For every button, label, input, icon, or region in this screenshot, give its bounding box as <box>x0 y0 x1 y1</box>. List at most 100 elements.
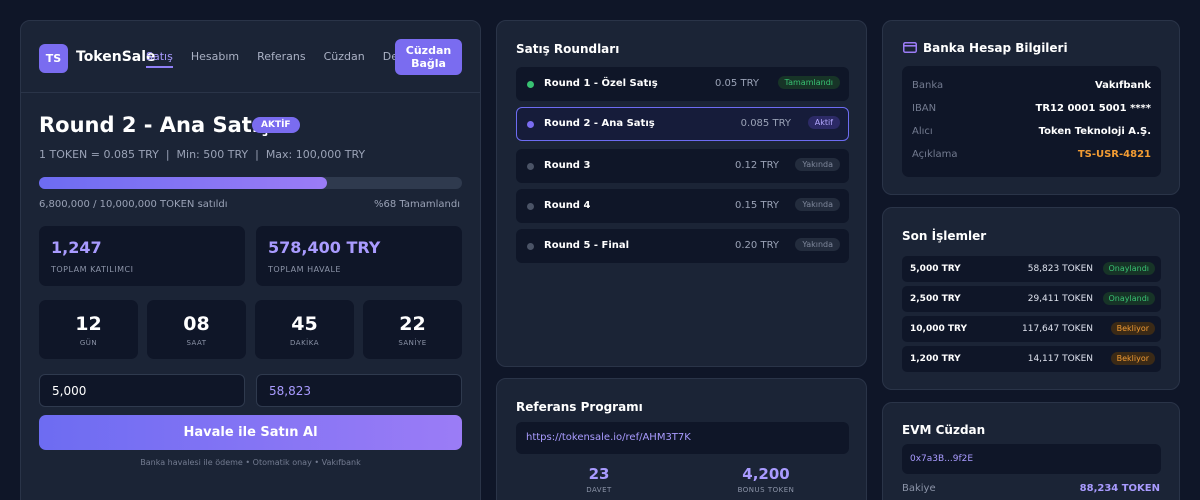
status-dot-icon <box>527 81 534 88</box>
referral-link[interactable]: https://tokensale.io/ref/AHM3T7K <box>516 422 849 454</box>
tx-amount: 2,500 TRY <box>910 294 961 304</box>
main-nav: Satış Hesabım Referans Cüzdan Destek <box>146 50 396 68</box>
status-dot-icon <box>527 243 534 250</box>
transactions-title: Son İşlemler <box>902 229 987 243</box>
brand-name: TokenSale <box>76 49 156 65</box>
price-info: 1 TOKEN = 0.085 TRY | Min: 500 TRY | Max… <box>39 148 366 161</box>
round-name: Round 5 - Final <box>544 240 630 251</box>
referral-stat-value: 23 <box>588 465 610 483</box>
countdown-value: 22 <box>399 313 426 335</box>
stat-value: 578,400 TRY <box>268 238 381 257</box>
countdown-unit: GÜN <box>79 339 98 347</box>
stat-label: TOPLAM KATILIMCI <box>51 265 134 274</box>
round-row[interactable]: Round 4 0.15 TRY Yakında <box>516 189 849 223</box>
connect-wallet-label-1: Cüzdan <box>405 44 452 57</box>
logo-icon: TS <box>39 44 68 73</box>
round-name: Round 2 - Ana Satış <box>544 118 655 129</box>
referral-title: Referans Programı <box>516 400 643 414</box>
referral-stat-bonus: 4,200 BONUS TOKEN <box>683 465 849 494</box>
token-amount-field[interactable]: 58,823 <box>256 374 462 407</box>
bank-key: Banka <box>912 80 944 91</box>
nav-item-cuzdan[interactable]: Cüzdan <box>324 50 365 68</box>
round-status-badge: Tamamlandı <box>777 76 840 89</box>
wallet-address[interactable]: 0x7a3B...9f2E <box>902 444 1161 474</box>
balance-label: Bakiye <box>902 483 936 494</box>
bank-key: Açıklama <box>912 149 958 160</box>
balance-value: 88,234 TOKEN <box>1079 483 1160 494</box>
round-name: Round 3 <box>544 160 591 171</box>
transaction-row: 10,000 TRY 117,647 TOKEN Bekliyor <box>902 316 1161 342</box>
bank-value: Token Teknoloji A.Ş. <box>1038 126 1151 137</box>
bank-row-iban: IBAN TR12 0001 5001 **** <box>912 103 1151 114</box>
payment-note: Banka havalesi ile ödeme • Otomatik onay… <box>140 458 361 467</box>
countdown-value: 12 <box>75 313 102 335</box>
tx-amount: 10,000 TRY <box>910 324 967 334</box>
amount-input[interactable]: 5,000 <box>39 374 245 407</box>
bank-info-card: Banka Hesap Bilgileri Banka Vakıfbank IB… <box>882 20 1180 195</box>
bank-row-bank: Banka Vakıfbank <box>912 80 1151 91</box>
tx-status-badge: Onaylandı <box>1102 262 1155 275</box>
round-price: 0.15 TRY <box>735 200 779 211</box>
transaction-row: 2,500 TRY 29,411 TOKEN Onaylandı <box>902 286 1161 312</box>
sold-text: 6,800,000 / 10,000,000 TOKEN satıldı <box>39 199 228 210</box>
evm-wallet-card: EVM Cüzdan 0x7a3B...9f2E Bakiye 88,234 T… <box>882 402 1180 500</box>
round-row[interactable]: Round 2 - Ana Satış 0.085 TRY Aktif <box>516 107 849 141</box>
round-price: 0.05 TRY <box>715 78 759 89</box>
nav-item-hesabim[interactable]: Hesabım <box>191 50 239 68</box>
nav-item-referans[interactable]: Referans <box>257 50 306 68</box>
countdown-unit: SANİYE <box>398 339 427 347</box>
sale-progress-bar <box>39 177 462 189</box>
transaction-row: 1,200 TRY 14,117 TOKEN Bekliyor <box>902 346 1161 372</box>
round-row[interactable]: Round 5 - Final 0.20 TRY Yakında <box>516 229 849 263</box>
round-status-badge: Yakında <box>795 198 840 211</box>
bank-value[interactable]: TS-USR-4821 <box>1078 149 1151 160</box>
bank-key: IBAN <box>912 103 937 114</box>
card-icon <box>903 42 917 53</box>
evm-title: EVM Cüzdan <box>902 423 986 437</box>
connect-wallet-button[interactable]: Cüzdan Bağla <box>395 39 462 75</box>
round-status-badge: Yakında <box>795 238 840 251</box>
stat-label: TOPLAM HAVALE <box>268 265 341 274</box>
referral-stat-label: BONUS TOKEN <box>737 486 795 494</box>
bank-key: Alıcı <box>912 126 933 137</box>
countdown-unit: SAAT <box>186 339 207 347</box>
stat-participants: 1,247 TOPLAM KATILIMCI <box>39 226 245 286</box>
countdown-value: 08 <box>183 313 210 335</box>
nav-item-satis[interactable]: Satış <box>146 50 173 68</box>
round-row[interactable]: Round 3 0.12 TRY Yakında <box>516 149 849 183</box>
status-dot-icon <box>527 203 534 210</box>
round-price: 0.085 TRY <box>740 118 791 129</box>
bank-details: Banka Vakıfbank IBAN TR12 0001 5001 ****… <box>902 66 1161 177</box>
bank-row-description: Açıklama TS-USR-4821 <box>912 149 1151 160</box>
round-name: Round 1 - Özel Satış <box>544 78 658 89</box>
buy-with-transfer-button[interactable]: Havale ile Satın Al <box>39 415 462 450</box>
countdown-unit: DAKİKA <box>290 339 319 347</box>
round-row[interactable]: Round 1 - Özel Satış 0.05 TRY Tamamlandı <box>516 67 849 101</box>
tx-status-badge: Onaylandı <box>1102 292 1155 305</box>
tx-tokens: 29,411 TOKEN <box>1027 294 1093 304</box>
status-dot-icon <box>527 121 534 128</box>
top-navbar: TS TokenSale Satış Hesabım Referans Cüzd… <box>21 21 480 93</box>
tx-tokens: 14,117 TOKEN <box>1027 354 1093 364</box>
round-price: 0.12 TRY <box>735 160 779 171</box>
bank-row-recipient: Alıcı Token Teknoloji A.Ş. <box>912 126 1151 137</box>
bank-title: Banka Hesap Bilgileri <box>923 41 1068 55</box>
countdown-seconds: 22 SANİYE <box>363 300 462 359</box>
countdown-hours: 08 SAAT <box>147 300 246 359</box>
stat-value: 1,247 <box>51 238 102 257</box>
nav-item-destek[interactable]: Destek <box>383 50 396 68</box>
sale-card: TS TokenSale Satış Hesabım Referans Cüzd… <box>20 20 481 500</box>
countdown-days: 12 GÜN <box>39 300 138 359</box>
transaction-row: 5,000 TRY 58,823 TOKEN Onaylandı <box>902 256 1161 282</box>
bank-value[interactable]: TR12 0001 5001 **** <box>1036 103 1151 114</box>
round-price: 0.20 TRY <box>735 240 779 251</box>
tx-status-badge: Bekliyor <box>1110 322 1155 335</box>
tx-status-badge: Bekliyor <box>1110 352 1155 365</box>
stat-total-transfer: 578,400 TRY TOPLAM HAVALE <box>256 226 462 286</box>
countdown-minutes: 45 DAKİKA <box>255 300 354 359</box>
tx-amount: 1,200 TRY <box>910 354 961 364</box>
tx-tokens: 58,823 TOKEN <box>1027 264 1093 274</box>
referral-stat-invites: 23 DAVET <box>516 465 682 494</box>
round-title: Round 2 - Ana Satış <box>39 113 272 137</box>
rounds-card: Satış Roundları Round 1 - Özel Satış 0.0… <box>496 20 867 367</box>
